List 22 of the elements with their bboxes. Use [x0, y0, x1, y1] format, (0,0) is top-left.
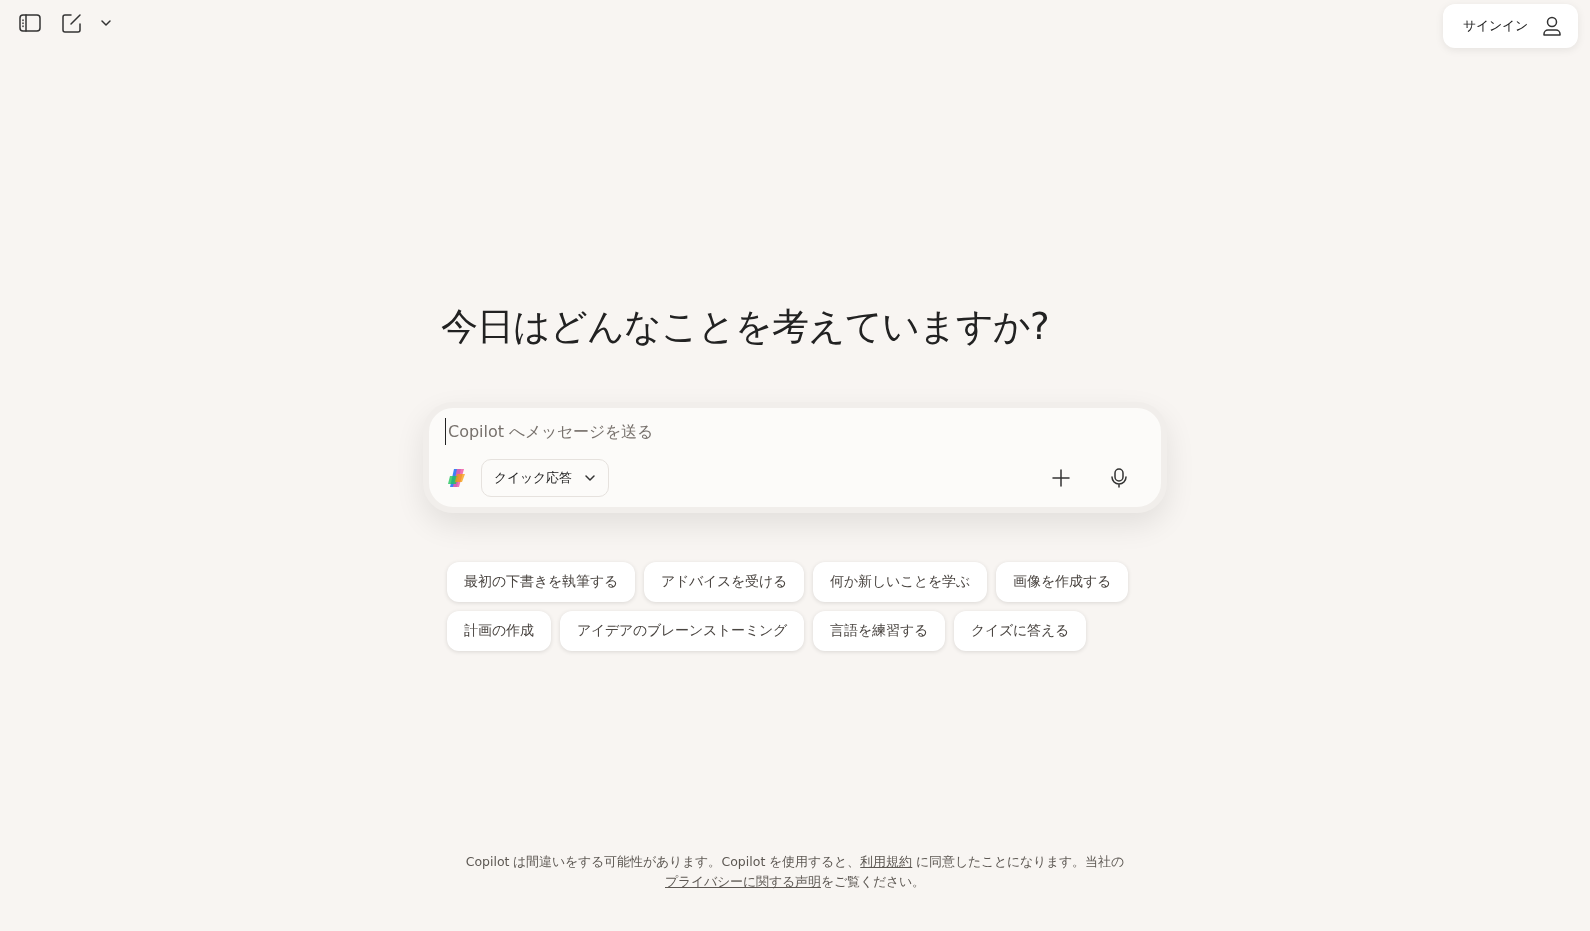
suggestion-chip[interactable]: 画像を作成する	[996, 562, 1128, 602]
microphone-icon[interactable]	[1109, 467, 1129, 489]
message-input[interactable]: Copilot へメッセージを送る	[445, 418, 1150, 445]
footer-link[interactable]: プライバシーに関する声明	[665, 874, 821, 889]
suggestion-chip[interactable]: 何か新しいことを学ぶ	[813, 562, 987, 602]
footer-link[interactable]: 利用規約	[860, 854, 913, 869]
suggestion-chip[interactable]: アドバイスを受ける	[644, 562, 804, 602]
disclaimer-text: Copilot は間違いをする可能性があります。Copilot を使用すると、利用規約 に同意したことになります。当社の プライバシーに関する声明をご覧ください。	[464, 853, 1126, 891]
user-icon[interactable]	[1542, 15, 1562, 37]
new-chat-icon[interactable]	[60, 12, 82, 34]
suggestion-chip[interactable]: アイデアのブレーンストーミング	[560, 611, 804, 651]
mode-dropdown[interactable]: クイック応答	[481, 459, 609, 497]
suggestion-chip[interactable]: 言語を練習する	[813, 611, 945, 651]
sidebar-icon[interactable]	[18, 12, 42, 34]
suggestion-chip[interactable]: クイズに答える	[954, 611, 1086, 651]
chevron-down-icon	[584, 474, 596, 482]
add-icon[interactable]	[1051, 468, 1071, 488]
suggestion-chip[interactable]: 最初の下書きを執筆する	[447, 562, 635, 602]
sign-in-button[interactable]: サインイン	[1443, 4, 1578, 48]
suggestion-chip[interactable]: 計画の作成	[447, 611, 551, 651]
chevron-down-icon[interactable]	[100, 19, 112, 27]
heading: 今日はどんなことを考えていますか?	[441, 304, 1049, 350]
